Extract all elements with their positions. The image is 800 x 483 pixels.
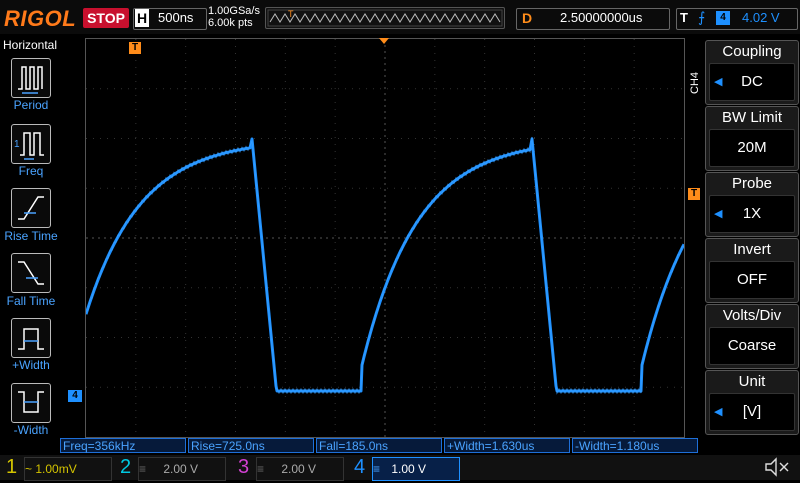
timebase-label: H <box>135 9 149 27</box>
ch2-scale-box[interactable]: ≡ 2.00 V <box>138 457 226 481</box>
freq-icon: 1 <box>14 132 44 160</box>
timebase-value: 500ns <box>158 10 194 25</box>
rising-edge-icon: ⨍ <box>698 9 706 25</box>
memory-overview[interactable]: T <box>265 7 505 29</box>
pos-width-measurement[interactable]: +Width=1.630us <box>444 438 570 453</box>
ch2-coupling-icon: ≡ <box>139 462 147 476</box>
ch4-scale: 1.00 V <box>391 462 427 476</box>
waveform-display[interactable] <box>84 38 686 438</box>
ch3-scale: 2.00 V <box>281 462 317 476</box>
freq-measurement[interactable]: Freq=356kHz <box>60 438 186 453</box>
volts-div-header: Volts/Div <box>722 307 782 324</box>
probe-value-box[interactable]: ◀ 1X <box>709 195 795 233</box>
unit-header: Unit <box>738 373 766 390</box>
coupling-value-box[interactable]: ◀ DC <box>709 63 795 101</box>
bw-limit-value-box[interactable]: 20M <box>709 129 795 167</box>
volts-div-menu[interactable]: Volts/Div Coarse <box>705 304 799 369</box>
rise-time-icon <box>18 196 44 220</box>
ch2-scale: 2.00 V <box>163 462 199 476</box>
volts-div-value-box[interactable]: Coarse <box>709 327 795 365</box>
pos-width-label: +Width <box>12 358 50 372</box>
pos-width-button[interactable] <box>11 318 51 358</box>
memory-waveform-preview: T <box>267 9 503 27</box>
menu-channel-label: CH4 <box>689 71 701 94</box>
speaker-mute-icon[interactable] <box>762 456 792 478</box>
ch1-scale-box[interactable]: ~ 1.00mV <box>24 457 112 481</box>
freq-button[interactable]: 1 <box>11 124 51 164</box>
trigger-label: T <box>680 10 688 25</box>
sample-rate: 1.00GSa/s <box>208 5 260 17</box>
memory-depth: 6.00k pts <box>208 17 253 29</box>
ch4-trace-noise <box>85 136 685 395</box>
period-icon <box>18 66 43 94</box>
neg-width-label: -Width <box>13 423 49 437</box>
ch1-scale: 1.00mV <box>35 462 77 476</box>
invert-menu[interactable]: Invert OFF <box>705 238 799 303</box>
memory-trigger-marker: T <box>288 9 294 19</box>
coupling-header: Coupling <box>722 43 782 60</box>
trigger-source-badge: 4 <box>716 11 730 25</box>
ch3-number[interactable]: 3 <box>238 455 249 480</box>
rise-measurement[interactable]: Rise=725.0ns <box>188 438 314 453</box>
ch2-number[interactable]: 2 <box>120 455 131 480</box>
invert-value: OFF <box>737 271 767 288</box>
fall-time-button[interactable] <box>11 253 51 293</box>
probe-value: 1X <box>742 205 762 222</box>
measure-panel-title: Horizontal <box>3 38 58 52</box>
ch4-coupling-icon: ≡ <box>373 462 381 476</box>
center-marker-icon <box>379 38 389 44</box>
svg-text:1: 1 <box>14 139 20 150</box>
ch1-coupling-icon: ~ <box>25 462 33 476</box>
period-button[interactable] <box>11 58 51 98</box>
ch3-scale-box[interactable]: ≡ 2.00 V <box>256 457 344 481</box>
pos-width-icon <box>18 328 44 350</box>
acquisition-info: 1.00GSa/s 6.00k pts <box>208 5 260 29</box>
speaker-mute-glyph <box>765 457 789 477</box>
ch4-trace <box>84 137 686 393</box>
fall-time-label: Fall Time <box>6 294 56 308</box>
unit-value: [V] <box>742 403 762 420</box>
trigger-level-marker[interactable]: T <box>688 188 700 200</box>
bw-limit-header: BW Limit <box>722 109 782 126</box>
invert-header: Invert <box>733 241 771 258</box>
probe-header: Probe <box>731 175 773 192</box>
delay-value: 2.50000000us <box>560 10 643 25</box>
neg-width-icon <box>18 391 44 413</box>
rise-time-label: Rise Time <box>4 229 58 243</box>
fall-time-icon <box>18 261 44 285</box>
bw-limit-menu[interactable]: BW Limit 20M <box>705 106 799 171</box>
trigger-level: 4.02 V <box>742 10 780 25</box>
unit-menu[interactable]: Unit ◀ [V] <box>705 370 799 435</box>
ch4-ground-marker[interactable]: 4 <box>68 390 82 402</box>
unit-value-box[interactable]: ◀ [V] <box>709 393 795 431</box>
ch1-number[interactable]: 1 <box>6 455 17 480</box>
memory-window <box>267 9 503 27</box>
run-stop-button[interactable]: STOP <box>83 8 129 28</box>
waveform-graticule <box>84 39 686 437</box>
brand-logo: RIGOL <box>4 6 77 31</box>
probe-menu[interactable]: Probe ◀ 1X <box>705 172 799 237</box>
select-arrow-icon: ◀ <box>714 76 723 88</box>
select-arrow-icon: ◀ <box>714 208 723 220</box>
ch3-coupling-icon: ≡ <box>257 462 265 476</box>
select-arrow-icon: ◀ <box>714 406 723 418</box>
volts-div-value: Coarse <box>727 337 777 354</box>
delay-label: D <box>521 10 533 26</box>
coupling-menu[interactable]: Coupling ◀ DC <box>705 40 799 105</box>
fall-measurement[interactable]: Fall=185.0ns <box>316 438 442 453</box>
ch4-number[interactable]: 4 <box>354 455 365 480</box>
neg-width-button[interactable] <box>11 383 51 423</box>
freq-label: Freq <box>18 164 44 178</box>
period-label: Period <box>13 98 49 112</box>
neg-width-measurement[interactable]: -Width=1.180us <box>572 438 698 453</box>
graticule-lines <box>86 39 684 437</box>
rise-time-button[interactable] <box>11 188 51 228</box>
coupling-value: DC <box>741 73 763 90</box>
invert-value-box[interactable]: OFF <box>709 261 795 299</box>
ch4-scale-box[interactable]: ≡ 1.00 V <box>372 457 460 481</box>
memory-preview-wave <box>269 13 501 23</box>
trigger-position-marker[interactable]: T <box>129 42 141 54</box>
bw-limit-value: 20M <box>737 139 767 156</box>
